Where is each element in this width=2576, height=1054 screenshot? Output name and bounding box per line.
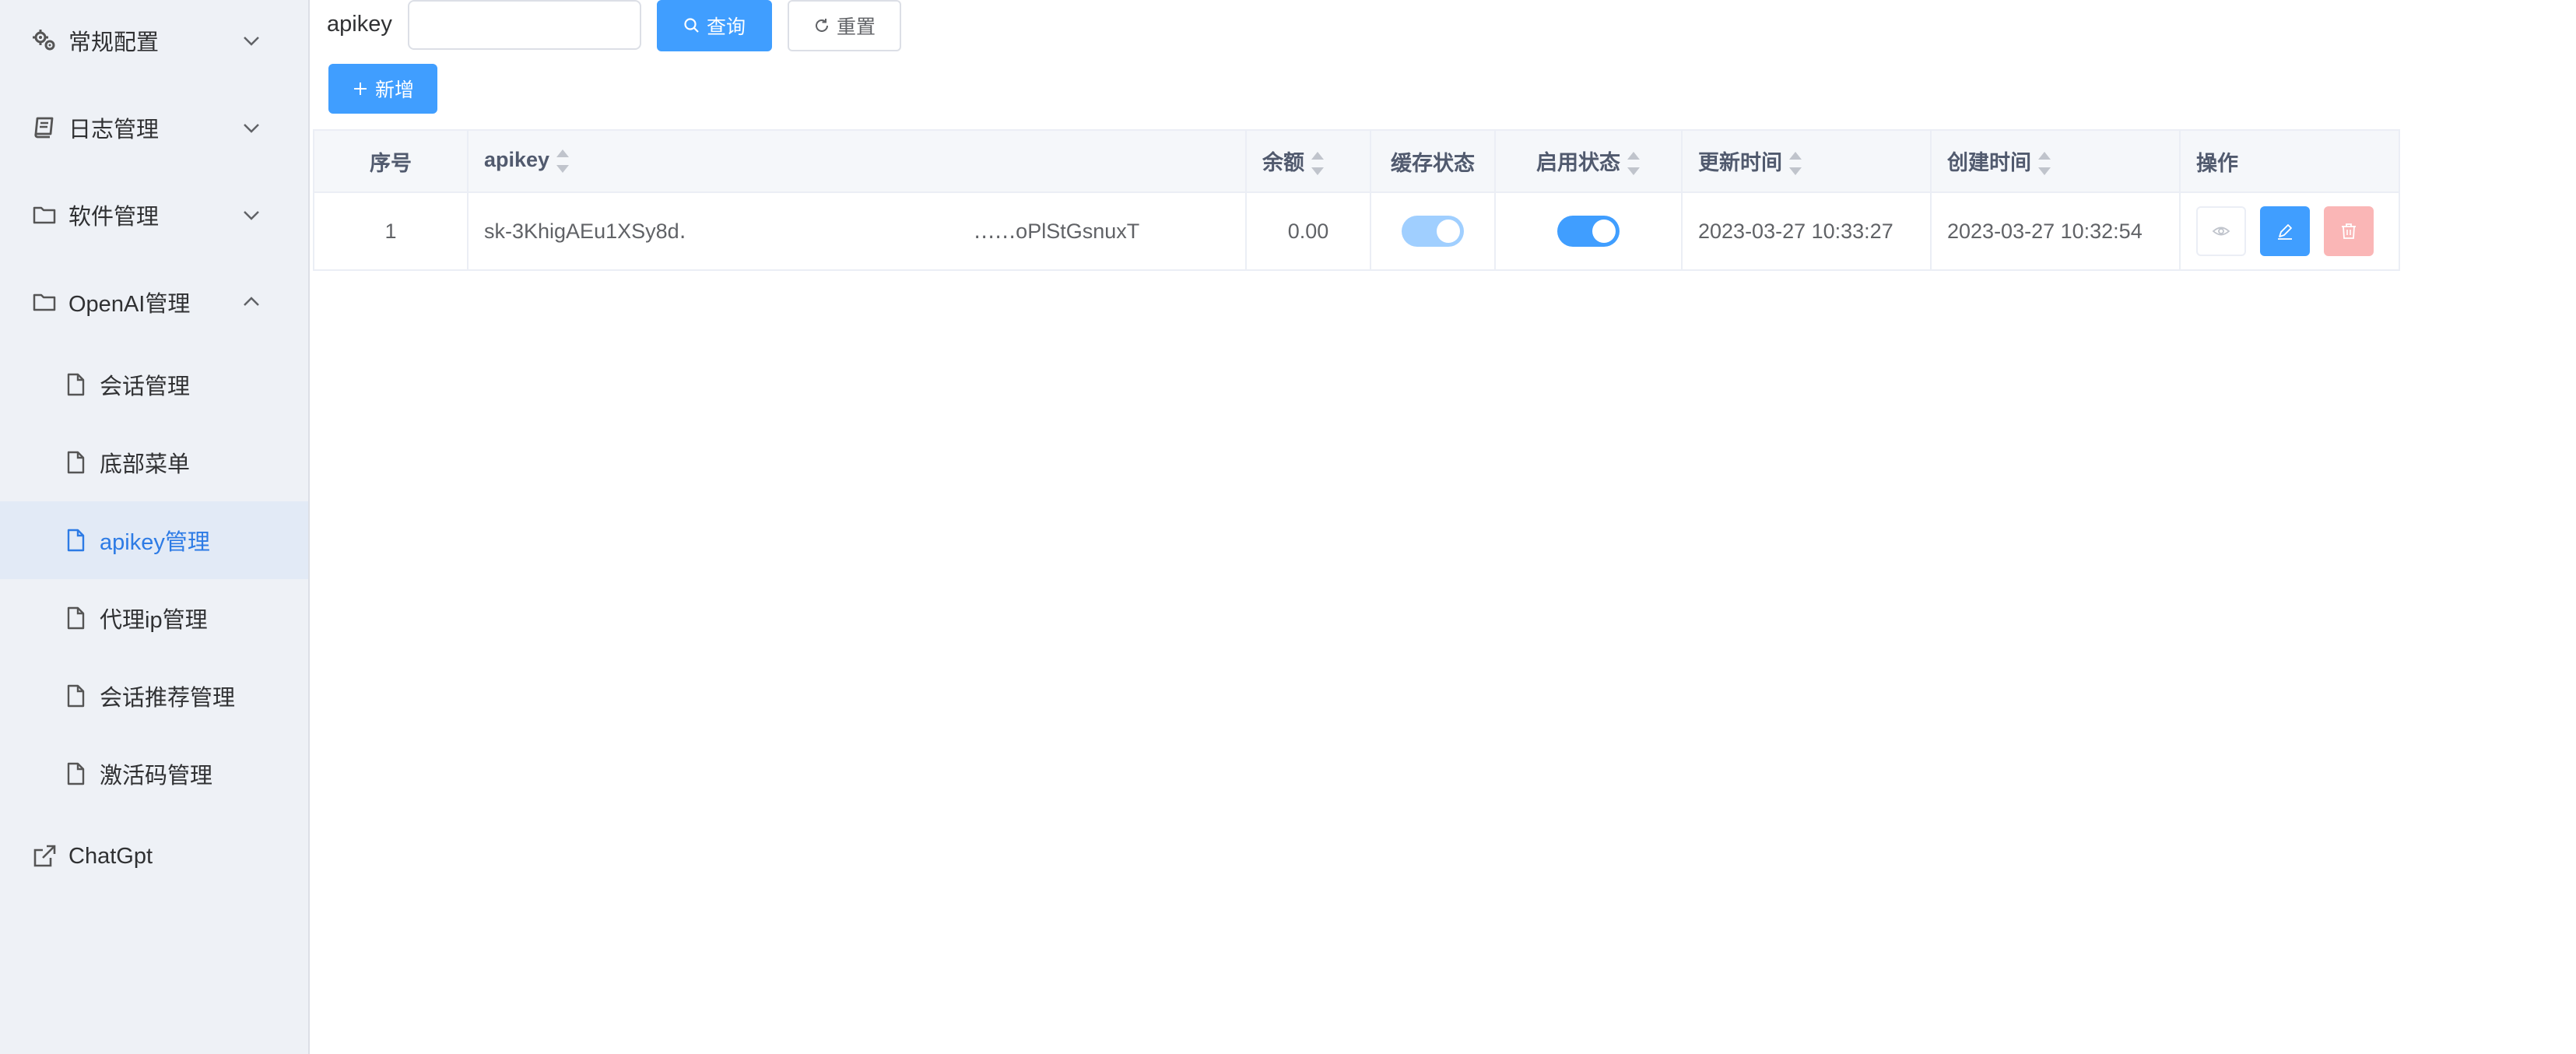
document-icon [62, 449, 89, 476]
document-icon [62, 761, 89, 787]
cache-status-switch [1402, 216, 1464, 247]
book-icon [31, 114, 58, 141]
add-button-label: 新增 [374, 79, 414, 101]
refresh-icon [813, 17, 837, 34]
query-button-label: 查询 [706, 16, 746, 38]
column-header-actions: 操作 [2179, 129, 2400, 193]
folder-icon [31, 202, 58, 228]
reset-button-label: 重置 [836, 16, 876, 38]
external-link-icon [31, 843, 58, 870]
table-row: 1 sk-3KhigAEu1XSy8d‥‥‥‥‥‥‥‥‥‥‥‥‥‥‥‥‥‥‥‥‥… [313, 191, 2400, 271]
edit-button[interactable] [2260, 206, 2310, 256]
trash-icon [2339, 222, 2358, 241]
document-icon [62, 371, 89, 398]
column-header-apikey[interactable]: apikey [467, 129, 1247, 193]
sidebar-item-label: 底部菜单 [100, 452, 191, 477]
sidebar-item-label: apikey管理 [100, 530, 210, 555]
document-icon [62, 605, 89, 631]
enable-status-switch[interactable] [1557, 216, 1620, 247]
column-header-cache-status: 缓存状态 [1370, 129, 1496, 193]
view-button[interactable] [2196, 206, 2246, 256]
chevron-down-icon [241, 205, 261, 225]
sidebar-item-label: ChatGpt [68, 843, 153, 869]
cell-index: 1 [313, 191, 469, 271]
sidebar-item-software-management[interactable]: 软件管理 [0, 176, 308, 254]
sidebar-item-log-management[interactable]: 日志管理 [0, 89, 308, 167]
edit-icon [2276, 222, 2294, 241]
column-header-index: 序号 [313, 129, 469, 193]
chevron-down-icon [241, 30, 261, 51]
sidebar-item-label: 会话推荐管理 [100, 686, 236, 711]
apikey-search-label: apikey [327, 12, 392, 37]
apikey-search-input[interactable] [408, 0, 641, 50]
sidebar-item-label: 代理ip管理 [100, 608, 208, 633]
sidebar-subitem-session-management[interactable]: 会话管理 [0, 346, 308, 423]
sidebar: 常规配置 日志管理 软件管理 OpenAI管理 会话管理 底部菜单 apikey… [0, 0, 310, 1054]
reset-button[interactable]: 重置 [788, 0, 901, 51]
sidebar-item-label: 常规配置 [68, 30, 160, 55]
column-header-balance[interactable]: 余额 [1245, 129, 1371, 193]
sort-caret-icon[interactable] [1311, 150, 1325, 177]
sidebar-subitem-proxy-ip-management[interactable]: 代理ip管理 [0, 579, 308, 657]
add-button[interactable]: 新增 [328, 64, 437, 114]
cell-updated: 2023-03-27 10:33:27 [1681, 191, 1932, 271]
eye-icon [2212, 222, 2230, 241]
sort-caret-icon[interactable] [556, 148, 570, 174]
sidebar-item-label: 会话管理 [100, 374, 191, 399]
column-header-created[interactable]: 创建时间 [1930, 129, 2181, 193]
sidebar-subitem-bottom-menu[interactable]: 底部菜单 [0, 423, 308, 501]
sort-caret-icon[interactable] [1788, 150, 1802, 177]
search-icon [683, 17, 707, 34]
cell-cache-status [1370, 191, 1496, 271]
sidebar-item-label: 日志管理 [68, 118, 160, 142]
query-button[interactable]: 查询 [657, 0, 772, 51]
document-icon [62, 683, 89, 709]
sidebar-subitem-session-recommend-management[interactable]: 会话推荐管理 [0, 657, 308, 735]
table-header-row: 序号 apikey 余额 缓存状态 启用状态 更新时间 创建时间 操作 [313, 129, 2400, 193]
chevron-up-icon [241, 292, 261, 312]
column-header-updated[interactable]: 更新时间 [1681, 129, 1932, 193]
sidebar-item-openai-management[interactable]: OpenAI管理 [0, 263, 308, 341]
sidebar-item-label: OpenAI管理 [68, 292, 191, 317]
apikey-table: 序号 apikey 余额 缓存状态 启用状态 更新时间 创建时间 操作 1 sk… [313, 129, 2400, 271]
document-icon [62, 527, 89, 553]
sidebar-subitem-activation-code-management[interactable]: 激活码管理 [0, 735, 308, 813]
cell-balance: 0.00 [1245, 191, 1371, 271]
cell-created: 2023-03-27 10:32:54 [1930, 191, 2181, 271]
chevron-down-icon [241, 118, 261, 138]
sidebar-item-label: 软件管理 [68, 205, 160, 230]
plus-icon [352, 80, 375, 97]
cell-actions [2179, 191, 2400, 271]
sidebar-item-general-config[interactable]: 常规配置 [0, 2, 308, 79]
sidebar-subitem-apikey-management[interactable]: apikey管理 [0, 501, 308, 579]
column-header-enable-status[interactable]: 启用状态 [1494, 129, 1683, 193]
sidebar-item-label: 激活码管理 [100, 764, 213, 789]
gears-icon [31, 27, 58, 54]
delete-button[interactable] [2324, 206, 2374, 256]
folder-icon [31, 289, 58, 315]
sidebar-item-chatgpt[interactable]: ChatGpt [0, 817, 308, 895]
redaction-mask [685, 216, 973, 263]
sort-caret-icon[interactable] [1627, 150, 1641, 177]
sort-caret-icon[interactable] [2037, 150, 2051, 177]
cell-enable-status [1494, 191, 1683, 271]
